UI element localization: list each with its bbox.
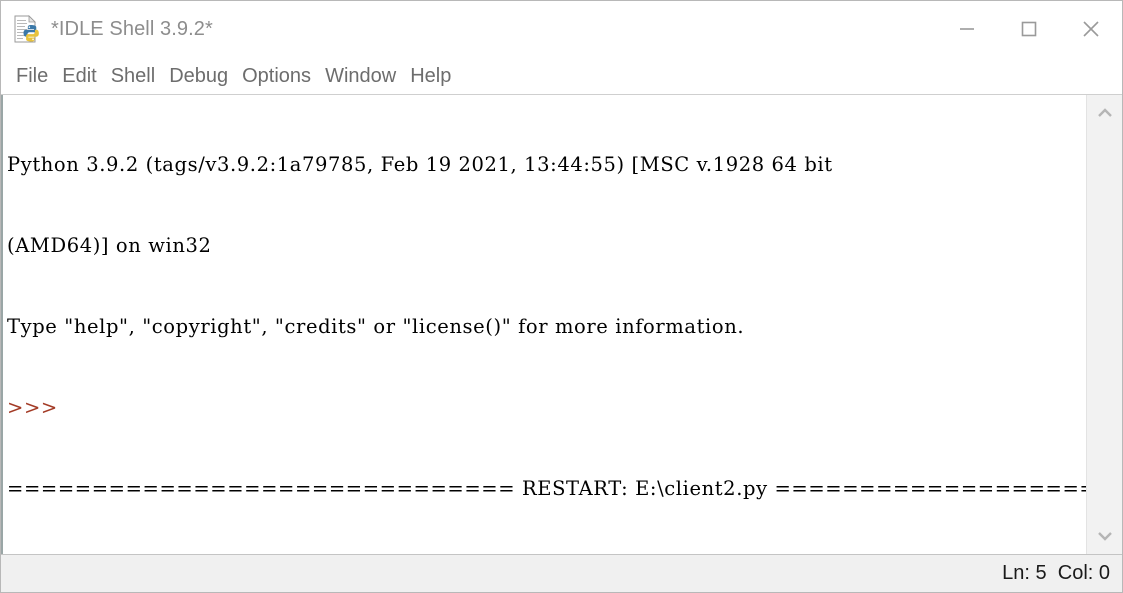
window-controls (936, 1, 1122, 57)
scroll-down-button[interactable] (1087, 518, 1122, 554)
shell-line: (AMD64)] on win32 (7, 234, 212, 257)
shell-line-restart: ============================== RESTART: … (7, 477, 1086, 500)
scroll-up-button[interactable] (1087, 95, 1122, 131)
menu-item-edit[interactable]: Edit (55, 66, 103, 86)
scroll-up-icon (1097, 108, 1112, 117)
menu-item-shell[interactable]: Shell (104, 66, 162, 86)
close-button[interactable] (1060, 1, 1122, 57)
maximize-button[interactable] (998, 1, 1060, 57)
menu-item-options[interactable]: Options (235, 66, 318, 86)
idle-shell-window: *IDLE Shell 3.9.2* File Edit Shell Debug… (0, 0, 1123, 593)
status-bar: Ln: 5 Col: 0 (1, 554, 1122, 592)
menu-item-file[interactable]: File (9, 66, 55, 86)
shell-output: Python 3.9.2 (tags/v3.9.2:1a79785, Feb 1… (4, 97, 1086, 554)
maximize-icon (1021, 21, 1037, 37)
python-file-icon (12, 14, 42, 44)
menu-item-debug[interactable]: Debug (162, 66, 235, 86)
shell-text-area[interactable]: Python 3.9.2 (tags/v3.9.2:1a79785, Feb 1… (1, 95, 1086, 554)
shell-prompt-ps1: >>> (7, 396, 58, 419)
menu-item-help[interactable]: Help (403, 66, 458, 86)
shell-body: Python 3.9.2 (tags/v3.9.2:1a79785, Feb 1… (1, 95, 1122, 554)
menu-bar: File Edit Shell Debug Options Window Hel… (1, 57, 1122, 95)
scroll-down-icon (1097, 532, 1112, 541)
window-title: *IDLE Shell 3.9.2* (51, 17, 213, 40)
vertical-scrollbar[interactable] (1086, 95, 1122, 554)
shell-line: Type "help", "copyright", "credits" or "… (7, 315, 745, 338)
minimize-button[interactable] (936, 1, 998, 57)
cursor-position-status: Ln: 5 Col: 0 (1002, 562, 1110, 584)
close-icon (1083, 21, 1099, 37)
minimize-icon (960, 28, 974, 30)
scrollbar-track[interactable] (1087, 131, 1122, 518)
menu-item-window[interactable]: Window (318, 66, 403, 86)
title-bar: *IDLE Shell 3.9.2* (1, 1, 1122, 57)
shell-line: Python 3.9.2 (tags/v3.9.2:1a79785, Feb 1… (7, 153, 833, 176)
